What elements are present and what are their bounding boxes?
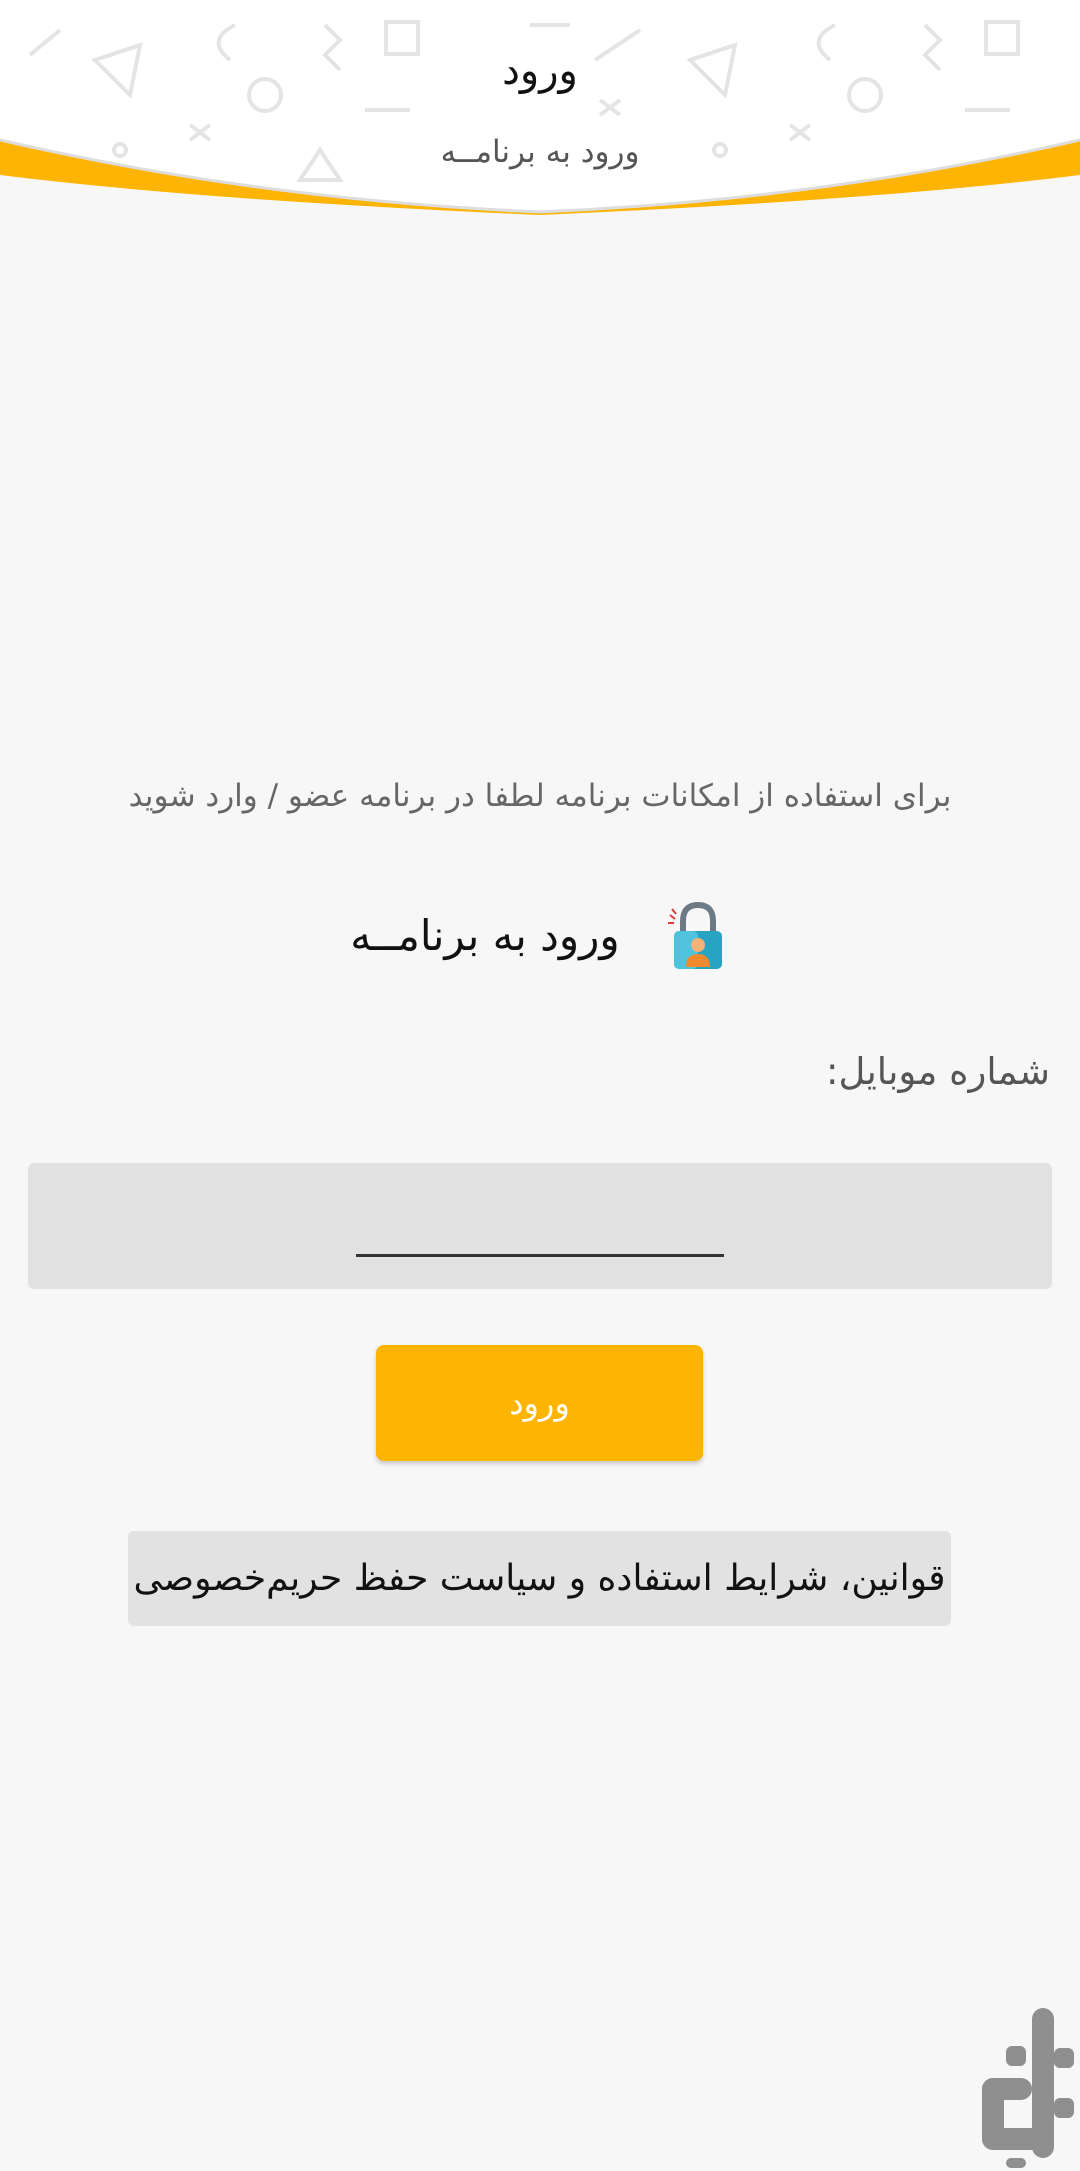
- login-heading: ورود به برنامــه: [0, 890, 1080, 980]
- login-screen: ورود ورود به برنامــه برای استفاده از ام…: [0, 0, 1080, 2171]
- page-title: ورود: [502, 48, 578, 94]
- page-subtitle: ورود به برنامــه: [440, 134, 640, 170]
- header: ورود ورود به برنامــه: [0, 0, 1080, 220]
- intro-text: برای استفاده از امکانات برنامه لطفا در ب…: [128, 778, 952, 814]
- login-heading-text: ورود به برنامــه: [350, 910, 620, 960]
- header-background: [0, 0, 1080, 215]
- login-button-label: ورود: [509, 1384, 570, 1422]
- phone-label: شماره موبایل:: [826, 1050, 1050, 1093]
- lock-user-icon: [667, 901, 722, 969]
- terms-privacy-label: قوانین، شرایط استفاده و سیاست حفظ حریم‌خ…: [133, 1558, 946, 1599]
- login-button[interactable]: ورود: [376, 1345, 703, 1461]
- phone-input[interactable]: [356, 1200, 724, 1257]
- bazaar-logo-icon: [982, 2008, 1074, 2168]
- terms-privacy-button[interactable]: قوانین، شرایط استفاده و سیاست حفظ حریم‌خ…: [128, 1531, 951, 1626]
